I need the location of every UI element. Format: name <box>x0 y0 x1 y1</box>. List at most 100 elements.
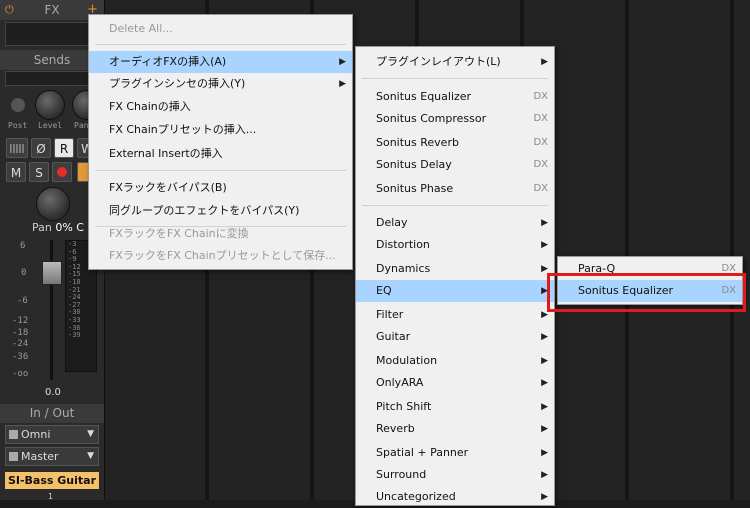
input-selector[interactable]: Omni ▼ <box>5 425 99 444</box>
chevron-right-icon: ▶ <box>541 240 548 250</box>
level-label: Level <box>38 121 63 130</box>
menu-item-label: Sonitus Phase <box>376 182 454 195</box>
menu-item-surround[interactable]: Surround ▶ <box>356 464 554 486</box>
menu-item-delay[interactable]: Delay ▶ <box>356 212 554 234</box>
menu-item-onlyara[interactable]: OnlyARA ▶ <box>356 372 554 394</box>
output-selector[interactable]: Master ▼ <box>5 447 99 466</box>
menu-item-label: プラグインレイアウト(L) <box>376 55 501 68</box>
input-monitor-button[interactable]: ||||| <box>6 138 28 158</box>
menu-item-label: Uncategorized <box>376 490 456 503</box>
power-icon[interactable]: ⏻ <box>5 0 14 20</box>
post-label: Post <box>8 121 28 130</box>
menu-item-label: Guitar <box>376 330 411 343</box>
fader-scale-minus6: -6 <box>17 296 28 306</box>
menu-item-dynamics[interactable]: Dynamics ▶ <box>356 258 554 280</box>
menu-item-reverb[interactable]: Reverb ▶ <box>356 418 554 440</box>
menu-item-bypass-rack[interactable]: FXラックをバイパス(B) <box>89 177 352 199</box>
dx-badge: DX <box>533 137 548 148</box>
menu-item-insert-external[interactable]: External Insertの挿入 <box>89 143 352 165</box>
menu-item-convert-rack[interactable]: FXラックをFX Chainに変換 <box>89 223 352 245</box>
menu-item-label: Distortion <box>376 238 430 251</box>
menu-item-sonitus-equalizer[interactable]: Sonitus Equalizer DX <box>356 86 554 108</box>
input-value: Omni <box>21 428 51 441</box>
menu-item-delete-all[interactable]: Delete All... <box>89 18 352 40</box>
menu-item-spatial-panner[interactable]: Spatial + Panner ▶ <box>356 442 554 464</box>
record-icon <box>57 167 67 177</box>
output-icon <box>9 452 18 461</box>
menu-item-insert-fx-chain[interactable]: FX Chainの挿入 <box>89 96 352 118</box>
menu-item-guitar[interactable]: Guitar ▶ <box>356 326 554 348</box>
menu-item-save-rack-preset[interactable]: FXラックをFX Chainプリセットとして保存... <box>89 245 352 267</box>
solo-button[interactable]: S <box>29 162 49 182</box>
track-divider <box>730 0 734 500</box>
menu-item-label: Spatial + Panner <box>376 446 469 459</box>
dx-badge: DX <box>533 159 548 170</box>
menu-item-label: OnlyARA <box>376 376 424 389</box>
menu-item-label: Sonitus Equalizer <box>376 90 472 103</box>
level-readout: 0.0 <box>45 387 61 398</box>
menu-item-eq[interactable]: EQ ▶ <box>356 280 554 302</box>
sends-bin[interactable] <box>5 71 99 86</box>
fader-scale-minus36: -36 <box>12 352 29 362</box>
fader-scale-6: 6 <box>20 241 26 251</box>
chevron-down-icon: ▼ <box>87 429 94 439</box>
chevron-right-icon: ▶ <box>541 470 548 480</box>
chevron-right-icon: ▶ <box>541 402 548 412</box>
dx-badge: DX <box>533 113 548 124</box>
fx-label: FX <box>44 3 60 17</box>
menu-separator <box>362 78 548 79</box>
chevron-down-icon: ▼ <box>87 451 94 461</box>
fader-scale-minus24: -24 <box>12 339 29 349</box>
track-name[interactable]: SI-Bass Guitar <box>5 472 99 489</box>
menu-item-insert-audio-fx[interactable]: オーディオFXの挿入(A) ▶ <box>89 51 352 73</box>
io-label: In / Out <box>0 404 104 423</box>
meter-scale: -3 -6 -9 -12 -15 -18 -21 -24 -27 -30 -33 -36 -39 <box>68 240 81 340</box>
read-automation-button[interactable]: R <box>54 138 74 158</box>
menu-item-label: Modulation <box>376 354 438 367</box>
fader-scale-inf: -oo <box>12 369 29 379</box>
post-toggle[interactable] <box>11 98 25 112</box>
menu-item-label: Surround <box>376 468 427 481</box>
menu-item-plugin-layout[interactable]: プラグインレイアウト(L) ▶ <box>356 51 554 73</box>
menu-separator <box>362 205 548 206</box>
fx-bin[interactable] <box>5 22 99 46</box>
chevron-right-icon: ▶ <box>541 332 548 342</box>
menu-item-uncategorized[interactable]: Uncategorized ▶ <box>356 486 554 508</box>
track-divider <box>625 0 629 500</box>
menu-item-bypass-group[interactable]: 同グループのエフェクトをバイパス(Y) <box>89 200 352 222</box>
menu-item-insert-fx-chain-preset[interactable]: FX Chainプリセットの挿入... <box>89 119 352 141</box>
menu-item-modulation[interactable]: Modulation ▶ <box>356 350 554 372</box>
fx-context-menu: Delete All... オーディオFXの挿入(A) ▶ プラグインシンセの挿… <box>88 14 353 270</box>
chevron-right-icon: ▶ <box>541 57 548 67</box>
fader-scale-0: 0 <box>21 268 27 278</box>
menu-item-sonitus-compressor[interactable]: Sonitus Compressor DX <box>356 108 554 130</box>
volume-fader[interactable] <box>42 261 62 285</box>
menu-separator <box>95 44 346 45</box>
dx-badge: DX <box>533 91 548 102</box>
chevron-right-icon: ▶ <box>339 57 346 67</box>
menu-item-distortion[interactable]: Distortion ▶ <box>356 234 554 256</box>
menu-item-pitch-shift[interactable]: Pitch Shift ▶ <box>356 396 554 418</box>
mute-button[interactable]: M <box>6 162 26 182</box>
menu-item-label: プラグインシンセの挿入(Y) <box>109 77 246 90</box>
menu-item-sonitus-delay[interactable]: Sonitus Delay DX <box>356 154 554 176</box>
dx-badge: DX <box>533 183 548 194</box>
chevron-right-icon: ▶ <box>339 79 346 89</box>
pan-knob[interactable] <box>36 187 70 221</box>
highlight-callout-box <box>547 273 746 312</box>
menu-item-insert-synth[interactable]: プラグインシンセの挿入(Y) ▶ <box>89 73 352 95</box>
menu-item-label: Dynamics <box>376 262 431 275</box>
send-level-knob[interactable] <box>35 90 65 120</box>
menu-item-sonitus-phase[interactable]: Sonitus Phase DX <box>356 178 554 200</box>
menu-item-filter[interactable]: Filter ▶ <box>356 304 554 326</box>
phase-button[interactable]: Ø <box>31 138 51 158</box>
menu-item-label: Delay <box>376 216 408 229</box>
chevron-right-icon: ▶ <box>541 492 548 502</box>
record-arm-button[interactable] <box>52 162 72 182</box>
input-icon <box>9 430 18 439</box>
pan-value: 0% C <box>55 221 84 234</box>
menu-item-sonitus-reverb[interactable]: Sonitus Reverb DX <box>356 132 554 154</box>
pan-small-label: Pan <box>74 121 89 130</box>
chevron-right-icon: ▶ <box>541 424 548 434</box>
audio-fx-submenu: プラグインレイアウト(L) ▶ Sonitus Equalizer DX Soni… <box>355 46 555 506</box>
